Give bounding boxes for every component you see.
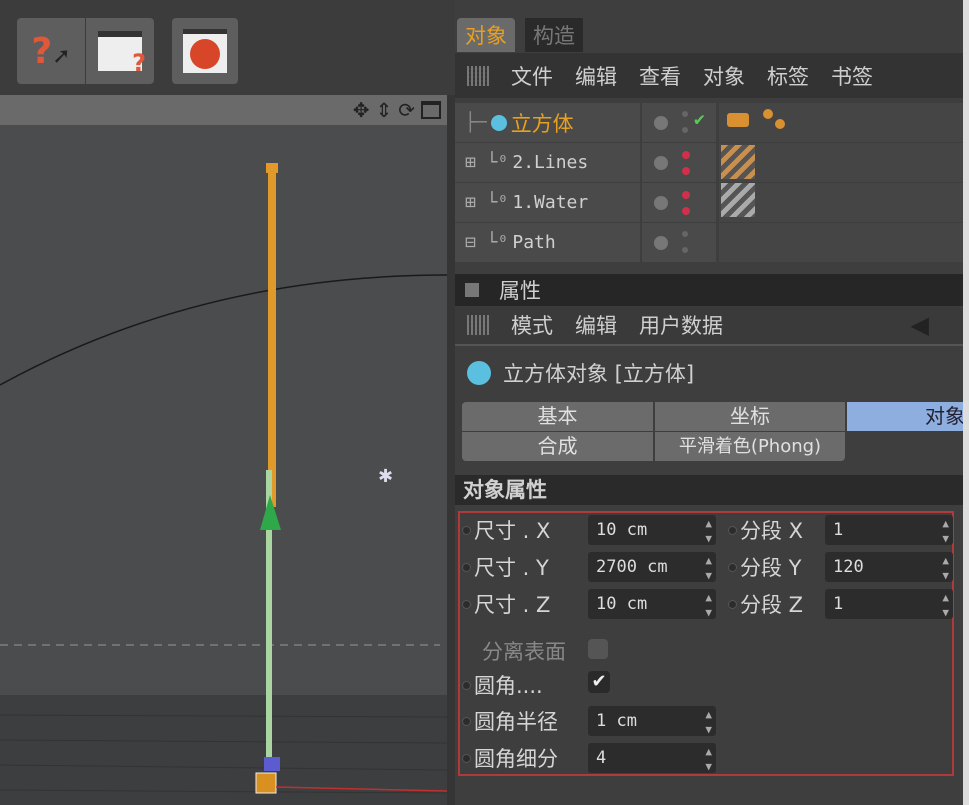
cube-selected bbox=[268, 167, 276, 507]
move-icon[interactable]: ✥ bbox=[353, 98, 370, 122]
menu-object[interactable]: 对象 bbox=[703, 61, 745, 91]
object-row-water[interactable]: ⊞ └⁰ 1.Water bbox=[455, 183, 969, 222]
section-header: 对象属性 bbox=[455, 475, 969, 505]
material-tag-icon[interactable] bbox=[721, 145, 755, 179]
attributes-menu: 模式 编辑 用户数据 ◀ bbox=[455, 306, 969, 346]
seg-z-label: 分段 Z bbox=[740, 593, 804, 617]
back-arrow-icon[interactable]: ◀ bbox=[911, 311, 929, 339]
spline-path bbox=[0, 274, 447, 386]
viewport-header: ✥ ⇕ ⟳ bbox=[0, 95, 447, 125]
tab-basic[interactable]: 基本 bbox=[462, 402, 653, 431]
viewport-scene: ✱ bbox=[0, 163, 447, 805]
seg-y-input[interactable]: 120 ▲ ▼ bbox=[825, 552, 953, 582]
cube-icon bbox=[467, 361, 491, 385]
fillet-label: 圆角.... bbox=[474, 674, 543, 698]
origin-handle bbox=[255, 772, 277, 794]
separate-surfaces-label: 分离表面 bbox=[482, 640, 566, 664]
3d-viewport[interactable]: ✥ ⇕ ⟳ ✱ bbox=[0, 95, 447, 805]
check-icon: ✔ bbox=[591, 671, 607, 692]
fillet-subdivision-input[interactable]: 4 ▲ ▼ bbox=[588, 743, 716, 773]
fillet-radius-input[interactable]: 1 cm ▲ ▼ bbox=[588, 706, 716, 736]
seg-x-input[interactable]: 1 ▲ ▼ bbox=[825, 515, 953, 545]
help-table-button[interactable]: ? bbox=[86, 18, 154, 84]
fillet-subdivision-label: 圆角细分 bbox=[474, 747, 558, 771]
tab-structure[interactable]: 构造 bbox=[525, 18, 583, 52]
ground-plane bbox=[0, 695, 447, 805]
phong-tag-icon[interactable] bbox=[727, 113, 749, 127]
separate-surfaces-checkbox[interactable] bbox=[588, 639, 608, 659]
seg-z-input[interactable]: 1 ▲ ▼ bbox=[825, 589, 953, 619]
help-cursor-button[interactable]: ?➚ bbox=[17, 18, 85, 84]
tab-coordinates[interactable]: 坐标 bbox=[655, 402, 845, 431]
objects-menu: 文件 编辑 查看 对象 标签 书签 bbox=[455, 53, 969, 98]
object-name: Path bbox=[512, 232, 556, 253]
menu-file[interactable]: 文件 bbox=[511, 61, 553, 91]
right-panel: 对象 构造 文件 编辑 查看 对象 标签 书签 ├─ 立方体 ✔ ⊞ └⁰ 2.Li… bbox=[455, 0, 969, 805]
menu-bookmarks[interactable]: 书签 bbox=[831, 61, 873, 91]
material-tag-icon[interactable] bbox=[721, 183, 755, 217]
enabled-check-icon[interactable]: ✔ bbox=[694, 109, 705, 130]
size-x-input[interactable]: 10 cm ▲ ▼ bbox=[588, 515, 716, 545]
menu-tags[interactable]: 标签 bbox=[767, 61, 809, 91]
object-row-path[interactable]: ⊟ └⁰ Path bbox=[455, 223, 969, 262]
object-title: 立方体对象 [立方体] bbox=[467, 358, 694, 388]
web-button[interactable] bbox=[172, 18, 238, 84]
material-tag-icon[interactable] bbox=[763, 109, 773, 119]
menu-edit[interactable]: 编辑 bbox=[575, 310, 617, 340]
maximize-icon[interactable] bbox=[421, 101, 441, 119]
tab-phong[interactable]: 平滑着色(Phong) bbox=[655, 432, 845, 461]
rotate-icon[interactable]: ⟳ bbox=[398, 98, 415, 122]
tab-objects[interactable]: 对象 bbox=[457, 18, 515, 52]
help-table-icon: ? bbox=[98, 31, 146, 77]
object-row-cube[interactable]: ├─ 立方体 ✔ bbox=[455, 103, 969, 142]
menu-edit[interactable]: 编辑 bbox=[575, 61, 617, 91]
size-z-label: 尺寸 . Z bbox=[474, 593, 551, 617]
attributes-header: 属性 bbox=[455, 274, 969, 306]
object-title-text: 立方体对象 [立方体] bbox=[503, 362, 695, 386]
cube-icon bbox=[490, 114, 507, 131]
window-edge bbox=[963, 0, 969, 805]
tab-object[interactable]: 对象 bbox=[847, 402, 969, 431]
size-x-label: 尺寸 . X bbox=[474, 519, 551, 543]
tab-composite[interactable]: 合成 bbox=[462, 432, 653, 461]
light-icon: ✱ bbox=[378, 466, 393, 487]
grip-icon[interactable] bbox=[467, 315, 489, 335]
highlight-box: 尺寸 . X 10 cm ▲ ▼ 分段 X 1 ▲ ▼ 尺寸 . Y 2700 cm ▲ ▼… bbox=[458, 511, 954, 776]
menu-user-data[interactable]: 用户数据 bbox=[639, 310, 723, 340]
z-axis-handle bbox=[264, 757, 280, 771]
seg-y-label: 分段 Y bbox=[740, 556, 802, 580]
panel-icon bbox=[465, 283, 479, 297]
panel-divider[interactable] bbox=[447, 95, 455, 805]
size-y-label: 尺寸 . Y bbox=[474, 556, 549, 580]
zoom-icon[interactable]: ⇕ bbox=[375, 98, 392, 122]
object-row-lines[interactable]: ⊞ └⁰ 2.Lines bbox=[455, 143, 969, 182]
grip-icon[interactable] bbox=[467, 65, 489, 86]
object-name: 1.Water bbox=[512, 192, 589, 213]
object-name: 立方体 bbox=[510, 111, 574, 136]
seg-x-label: 分段 X bbox=[740, 519, 804, 543]
attributes-title: 属性 bbox=[499, 279, 541, 303]
fillet-radius-label: 圆角半径 bbox=[474, 710, 558, 734]
size-z-input[interactable]: 10 cm ▲ ▼ bbox=[588, 589, 716, 619]
help-cursor-icon: ?➚ bbox=[31, 30, 71, 72]
fillet-checkbox[interactable]: ✔ bbox=[588, 671, 610, 693]
menu-view[interactable]: 查看 bbox=[639, 61, 681, 91]
menu-mode[interactable]: 模式 bbox=[511, 310, 553, 340]
object-name: 2.Lines bbox=[512, 152, 589, 173]
y-axis-arrow bbox=[260, 495, 281, 530]
globe-icon bbox=[183, 29, 227, 73]
size-y-input[interactable]: 2700 cm ▲ ▼ bbox=[588, 552, 716, 582]
